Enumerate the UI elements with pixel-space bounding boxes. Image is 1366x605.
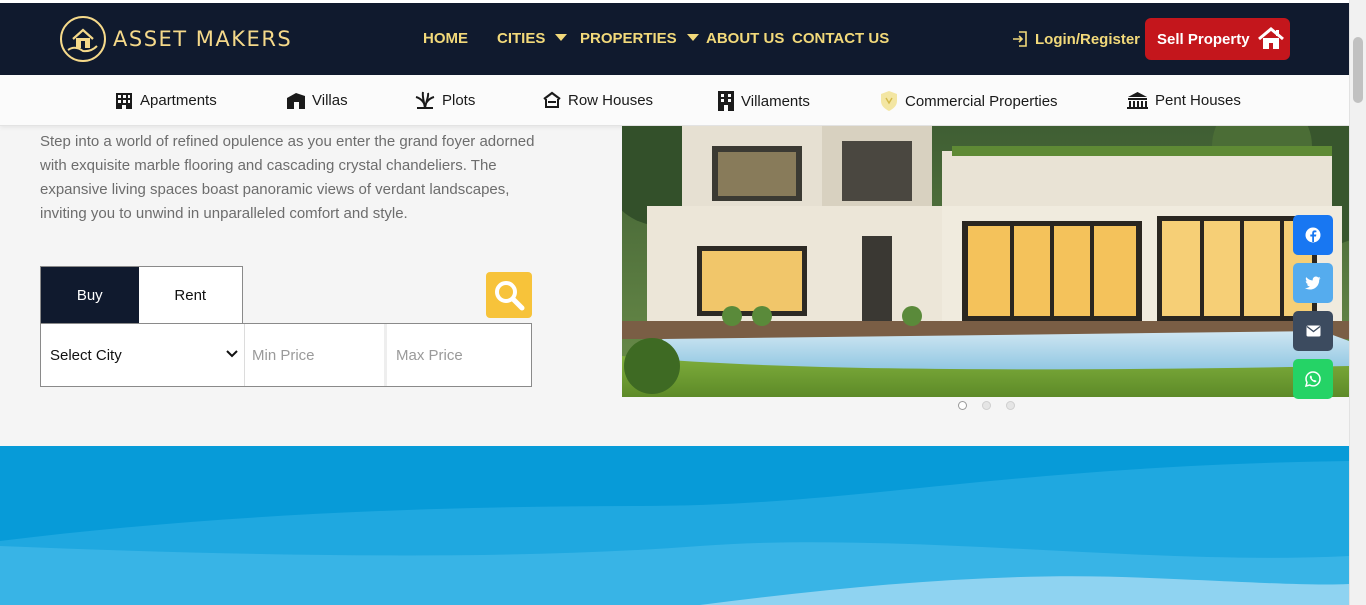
category-label: Plots xyxy=(442,91,476,109)
carousel-indicators xyxy=(958,401,1030,410)
brand-logo[interactable]: ASSET MAKERS xyxy=(59,15,292,63)
chevron-down-icon xyxy=(686,34,699,41)
min-price-placeholder: Min Price xyxy=(252,346,315,364)
villa-photo xyxy=(622,126,1349,397)
nav-properties-label: PROPERTIES xyxy=(580,30,677,47)
min-price-input[interactable]: Min Price xyxy=(246,324,387,386)
commercial-shield-icon xyxy=(881,91,897,111)
scrollbar-thumb[interactable] xyxy=(1353,37,1363,103)
wave-banner xyxy=(0,446,1349,605)
login-label: Login/Register xyxy=(1035,30,1141,48)
buy-rent-tabs: Buy Rent xyxy=(40,266,243,324)
brand-name: ASSET MAKERS xyxy=(113,27,293,51)
email-icon xyxy=(1306,325,1320,337)
penthouse-icon xyxy=(1127,92,1148,109)
category-label: Villaments xyxy=(741,92,810,110)
carousel-dot-1[interactable] xyxy=(958,401,967,410)
logo-house-hand-icon xyxy=(60,16,106,62)
category-commercial[interactable]: Commercial Properties xyxy=(879,90,1058,112)
category-villas[interactable]: Villas xyxy=(286,90,348,110)
city-select[interactable]: Select City xyxy=(41,324,245,386)
category-label: Apartments xyxy=(140,91,217,109)
building-icon xyxy=(116,93,132,109)
page-scrollbar[interactable] xyxy=(1349,0,1366,605)
search-button[interactable] xyxy=(486,272,532,318)
max-price-placeholder: Max Price xyxy=(396,346,463,364)
tab-buy[interactable]: Buy xyxy=(41,267,139,324)
category-bar: Apartments Villas Plots Row Houses Villa… xyxy=(0,75,1349,126)
nav-home[interactable]: HOME xyxy=(423,30,468,47)
share-whatsapp-button[interactable] xyxy=(1293,359,1333,399)
share-facebook-button[interactable] xyxy=(1293,215,1333,255)
category-label: Pent Houses xyxy=(1155,91,1241,109)
twitter-icon xyxy=(1305,276,1321,290)
plot-icon xyxy=(415,91,435,109)
main-header: ASSET MAKERS HOME CITIES PROPERTIES ABOU… xyxy=(0,3,1349,75)
tab-rent[interactable]: Rent xyxy=(139,267,242,324)
category-penthouses[interactable]: Pent Houses xyxy=(1126,90,1241,110)
sell-property-button[interactable]: Sell Property xyxy=(1145,18,1290,60)
category-row-houses[interactable]: Row Houses xyxy=(542,90,653,110)
whatsapp-icon xyxy=(1305,371,1321,387)
facebook-icon xyxy=(1305,227,1321,243)
wave-decoration xyxy=(0,461,1349,605)
carousel-dot-3[interactable] xyxy=(1006,401,1015,410)
category-label: Row Houses xyxy=(568,91,654,109)
share-email-button[interactable] xyxy=(1293,311,1333,351)
page: ASSET MAKERS HOME CITIES PROPERTIES ABOU… xyxy=(0,0,1366,605)
search-icon xyxy=(495,281,525,311)
category-label: Villas xyxy=(312,91,348,109)
login-icon xyxy=(1013,31,1027,47)
intro-description: Step into a world of refined opulence as… xyxy=(40,133,535,222)
search-filters: Select City Min Price Max Price xyxy=(40,323,532,387)
nav-cities-label: CITIES xyxy=(497,30,546,47)
nav-properties[interactable]: PROPERTIES xyxy=(580,30,699,47)
sell-label: Sell Property xyxy=(1157,30,1250,48)
category-plots[interactable]: Plots xyxy=(414,90,475,110)
login-register-link[interactable]: Login/Register xyxy=(1011,30,1140,48)
chevron-down-icon xyxy=(226,350,238,358)
category-label: Commercial Properties xyxy=(905,92,1058,110)
share-twitter-button[interactable] xyxy=(1293,263,1333,303)
nav-cities[interactable]: CITIES xyxy=(497,30,568,47)
hero-image-villa xyxy=(622,126,1349,397)
nav-about[interactable]: ABOUT US xyxy=(706,30,784,47)
row-house-icon xyxy=(543,91,561,108)
carousel-dot-2[interactable] xyxy=(982,401,991,410)
category-apartments[interactable]: Apartments xyxy=(114,90,217,110)
city-select-value: Select City xyxy=(50,346,122,364)
category-villaments[interactable]: Villaments xyxy=(717,90,810,112)
villa-icon xyxy=(287,93,305,109)
home-icon xyxy=(1257,27,1284,49)
villament-icon xyxy=(718,91,734,111)
max-price-input[interactable]: Max Price xyxy=(390,324,531,386)
chevron-down-icon xyxy=(555,34,568,41)
nav-contact[interactable]: CONTACT US xyxy=(792,30,889,47)
